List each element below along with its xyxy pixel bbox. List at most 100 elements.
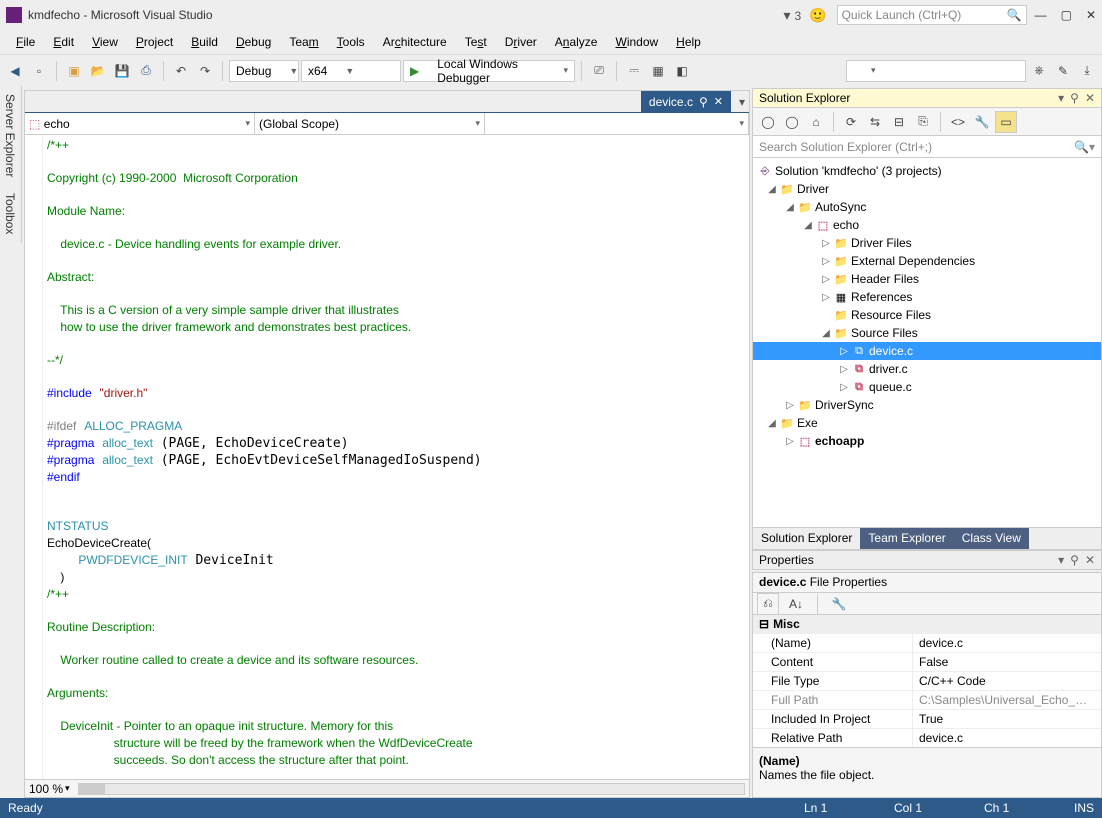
tab-class-view[interactable]: Class View xyxy=(954,528,1029,549)
se-back-button[interactable]: ◯ xyxy=(757,111,779,133)
tree-resource-files[interactable]: 📁Resource Files xyxy=(753,306,1101,324)
menu-build[interactable]: Build xyxy=(183,32,226,52)
tree-autosync[interactable]: ◢📁AutoSync xyxy=(753,198,1101,216)
menu-architecture[interactable]: Architecture xyxy=(375,32,455,52)
tb-icon-6[interactable]: ✎ xyxy=(1052,60,1074,82)
property-row[interactable]: File TypeC/C++ Code xyxy=(753,671,1101,690)
panel-pin-icon[interactable]: ⚲ xyxy=(1070,553,1079,567)
tb-icon-1[interactable]: ⎚ xyxy=(588,60,610,82)
menu-project[interactable]: Project xyxy=(128,32,181,52)
find-dropdown[interactable]: ▾ xyxy=(846,60,1026,82)
tree-echoapp[interactable]: ▷⬚echoapp xyxy=(753,432,1101,450)
save-all-button[interactable]: ⎙ xyxy=(135,60,157,82)
se-refresh-button[interactable]: ⟳ xyxy=(840,111,862,133)
notification-flag-icon[interactable]: ▾ 3 xyxy=(784,7,802,24)
minimize-button[interactable]: — xyxy=(1035,8,1047,22)
debugger-dropdown[interactable]: ▶ Local Windows Debugger▾ xyxy=(403,60,575,82)
save-button[interactable]: 💾 xyxy=(111,60,133,82)
properties-subtitle[interactable]: device.c File Properties xyxy=(753,573,1101,593)
horizontal-scrollbar[interactable] xyxy=(78,783,745,795)
panel-pin-icon[interactable]: ⚲ xyxy=(1070,91,1079,105)
se-properties-button[interactable]: 🔧 xyxy=(971,111,993,133)
se-collapse-button[interactable]: ⊟ xyxy=(888,111,910,133)
solution-explorer-search[interactable]: Search Solution Explorer (Ctrl+;) 🔍▾ xyxy=(752,136,1102,158)
props-categorized-button[interactable]: ⎌ xyxy=(757,593,779,615)
menu-file[interactable]: File xyxy=(8,32,43,52)
tb-icon-4[interactable]: ◧ xyxy=(671,60,693,82)
panel-close-icon[interactable]: ✕ xyxy=(1085,553,1095,567)
config-dropdown[interactable]: Debug▼ xyxy=(229,60,299,82)
tb-icon-5[interactable]: ⎈ xyxy=(1028,60,1050,82)
menu-window[interactable]: Window xyxy=(607,32,666,52)
property-row[interactable]: ContentFalse xyxy=(753,652,1101,671)
tree-driver-c[interactable]: ▷⧉driver.c xyxy=(753,360,1101,378)
se-code-button[interactable]: <> xyxy=(947,111,969,133)
tree-source-files[interactable]: ◢📁Source Files xyxy=(753,324,1101,342)
se-fwd-button[interactable]: ◯ xyxy=(781,111,803,133)
menu-test[interactable]: Test xyxy=(457,32,495,52)
se-showall-button[interactable]: ⎘ xyxy=(912,111,934,133)
tree-driver-files[interactable]: ▷📁Driver Files xyxy=(753,234,1101,252)
se-home-button[interactable]: ⌂ xyxy=(805,111,827,133)
tab-list-dropdown[interactable]: ▾ xyxy=(739,95,745,109)
tab-solution-explorer[interactable]: Solution Explorer xyxy=(753,528,860,549)
tree-driver-folder[interactable]: ◢📁Driver xyxy=(753,180,1101,198)
tree-driversync[interactable]: ▷📁DriverSync xyxy=(753,396,1101,414)
tb-icon-7[interactable]: ⤓ xyxy=(1076,60,1098,82)
pin-icon[interactable]: ⚲ xyxy=(699,95,708,109)
nav-fwd-button[interactable]: ▫ xyxy=(28,60,50,82)
document-tab[interactable]: device.c ⚲ ✕ xyxy=(641,91,731,113)
tree-references[interactable]: ▷▦References xyxy=(753,288,1101,306)
menu-team[interactable]: Team xyxy=(281,32,326,52)
props-pages-button[interactable]: 🔧 xyxy=(828,593,850,615)
menu-tools[interactable]: Tools xyxy=(329,32,373,52)
properties-grid[interactable]: ⊟Misc (Name)device.cContentFalseFile Typ… xyxy=(753,615,1101,747)
menu-debug[interactable]: Debug xyxy=(228,32,279,52)
nav-scope-right[interactable]: ▾ xyxy=(485,113,749,134)
property-row[interactable]: Full PathC:\Samples\Universal_Echo_Samp xyxy=(753,690,1101,709)
nav-scope-left[interactable]: ⬚ echo▾ xyxy=(25,113,255,134)
menu-view[interactable]: View xyxy=(84,32,126,52)
property-row[interactable]: (Name)device.c xyxy=(753,633,1101,652)
panel-dropdown-icon[interactable]: ▾ xyxy=(1058,553,1064,567)
tb-icon-3[interactable]: ▦ xyxy=(647,60,669,82)
menu-analyze[interactable]: Analyze xyxy=(547,32,606,52)
se-preview-button[interactable]: ▭ xyxy=(995,111,1017,133)
tab-team-explorer[interactable]: Team Explorer xyxy=(860,528,953,549)
code-editor[interactable]: /*++ Copyright (c) 1990-2000 Microsoft C… xyxy=(25,135,749,779)
tree-solution[interactable]: ⎆Solution 'kmdfecho' (3 projects) xyxy=(753,162,1101,180)
undo-button[interactable]: ↶ xyxy=(170,60,192,82)
nav-back-button[interactable]: ◀ xyxy=(4,60,26,82)
tb-icon-2[interactable]: ⎓ xyxy=(623,60,645,82)
property-row[interactable]: Relative Pathdevice.c xyxy=(753,728,1101,747)
zoom-level[interactable]: 100 % xyxy=(29,782,63,796)
menu-edit[interactable]: Edit xyxy=(45,32,82,52)
status-bar: Ready Ln 1 Col 1 Ch 1 INS xyxy=(0,798,1102,818)
tree-header-files[interactable]: ▷📁Header Files xyxy=(753,270,1101,288)
panel-dropdown-icon[interactable]: ▾ xyxy=(1058,91,1064,105)
nav-scope-mid[interactable]: (Global Scope)▾ xyxy=(255,113,485,134)
feedback-smile-icon[interactable]: 🙂 xyxy=(809,7,826,24)
se-sync-button[interactable]: ⇆ xyxy=(864,111,886,133)
props-alpha-button[interactable]: A↓ xyxy=(785,593,807,615)
solution-tree[interactable]: ⎆Solution 'kmdfecho' (3 projects) ◢📁Driv… xyxy=(752,158,1102,528)
maximize-button[interactable]: ▢ xyxy=(1061,8,1072,22)
menu-help[interactable]: Help xyxy=(668,32,709,52)
new-project-button[interactable]: ▣ xyxy=(63,60,85,82)
server-explorer-tab[interactable]: Server Explorer xyxy=(0,86,22,185)
redo-button[interactable]: ↷ xyxy=(194,60,216,82)
tree-queue-c[interactable]: ▷⧉queue.c xyxy=(753,378,1101,396)
platform-dropdown[interactable]: x64▼ xyxy=(301,60,401,82)
panel-close-icon[interactable]: ✕ xyxy=(1085,91,1095,105)
tree-echo-project[interactable]: ◢⬚echo xyxy=(753,216,1101,234)
tree-ext-dep[interactable]: ▷📁External Dependencies xyxy=(753,252,1101,270)
close-tab-icon[interactable]: ✕ xyxy=(714,95,723,108)
quick-launch-input[interactable]: Quick Launch (Ctrl+Q) 🔍 xyxy=(837,5,1027,25)
tree-device-c[interactable]: ▷⧉device.c xyxy=(753,342,1101,360)
menu-driver[interactable]: Driver xyxy=(497,32,545,52)
tree-exe-folder[interactable]: ◢📁Exe xyxy=(753,414,1101,432)
open-file-button[interactable]: 📂 xyxy=(87,60,109,82)
close-button[interactable]: ✕ xyxy=(1086,8,1096,22)
property-row[interactable]: Included In ProjectTrue xyxy=(753,709,1101,728)
toolbox-tab[interactable]: Toolbox xyxy=(0,185,22,242)
